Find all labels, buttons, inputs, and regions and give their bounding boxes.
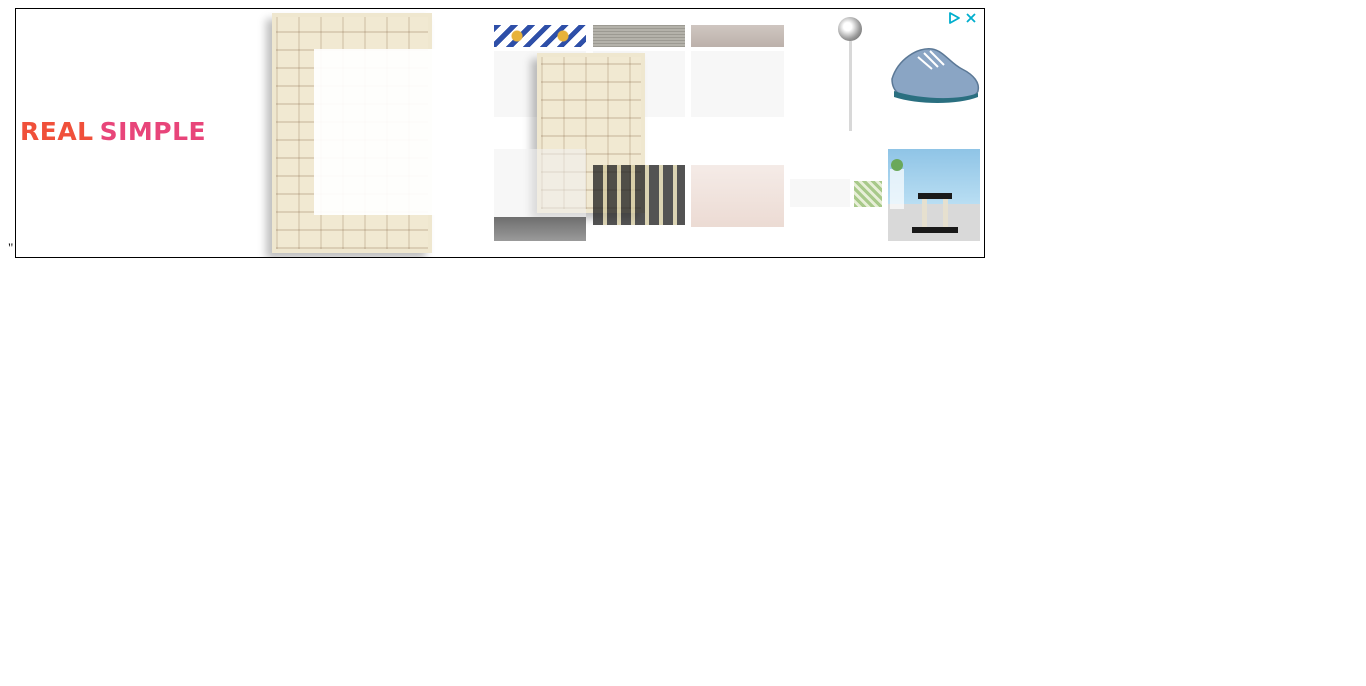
brand-logo-word-1: REAL — [20, 117, 94, 146]
adchoices-play-icon[interactable] — [947, 11, 961, 25]
brand-logo[interactable]: REAL SIMPLE — [20, 117, 206, 146]
close-icon[interactable] — [964, 11, 978, 25]
brand-logo-word-2: SIMPLE — [99, 117, 207, 146]
cat-tree-product[interactable] — [888, 149, 980, 241]
floor-lamp-product[interactable] — [838, 17, 862, 41]
wall-art-product[interactable] — [691, 25, 784, 47]
faded-product-tile[interactable] — [691, 51, 784, 117]
dark-rug-product[interactable] — [593, 165, 685, 225]
fade-overlay — [314, 49, 436, 215]
faded-product-tile[interactable] — [494, 149, 586, 219]
adchoices-bar[interactable] — [947, 11, 978, 25]
faded-product-tile[interactable] — [790, 179, 850, 207]
display-ad-banner[interactable]: REAL SIMPLE — [15, 8, 985, 258]
map-print-product[interactable] — [854, 181, 882, 207]
fabric-swatch-product[interactable] — [593, 25, 685, 47]
stray-quote-text: " — [8, 240, 14, 255]
cat-tree-image — [890, 159, 958, 233]
floor-lamp-pole — [849, 41, 852, 131]
rose-rug-product[interactable] — [691, 165, 784, 227]
stone-product[interactable] — [494, 217, 586, 241]
running-shoe-product[interactable] — [888, 39, 982, 107]
blue-tile-pattern-product[interactable] — [494, 25, 586, 47]
